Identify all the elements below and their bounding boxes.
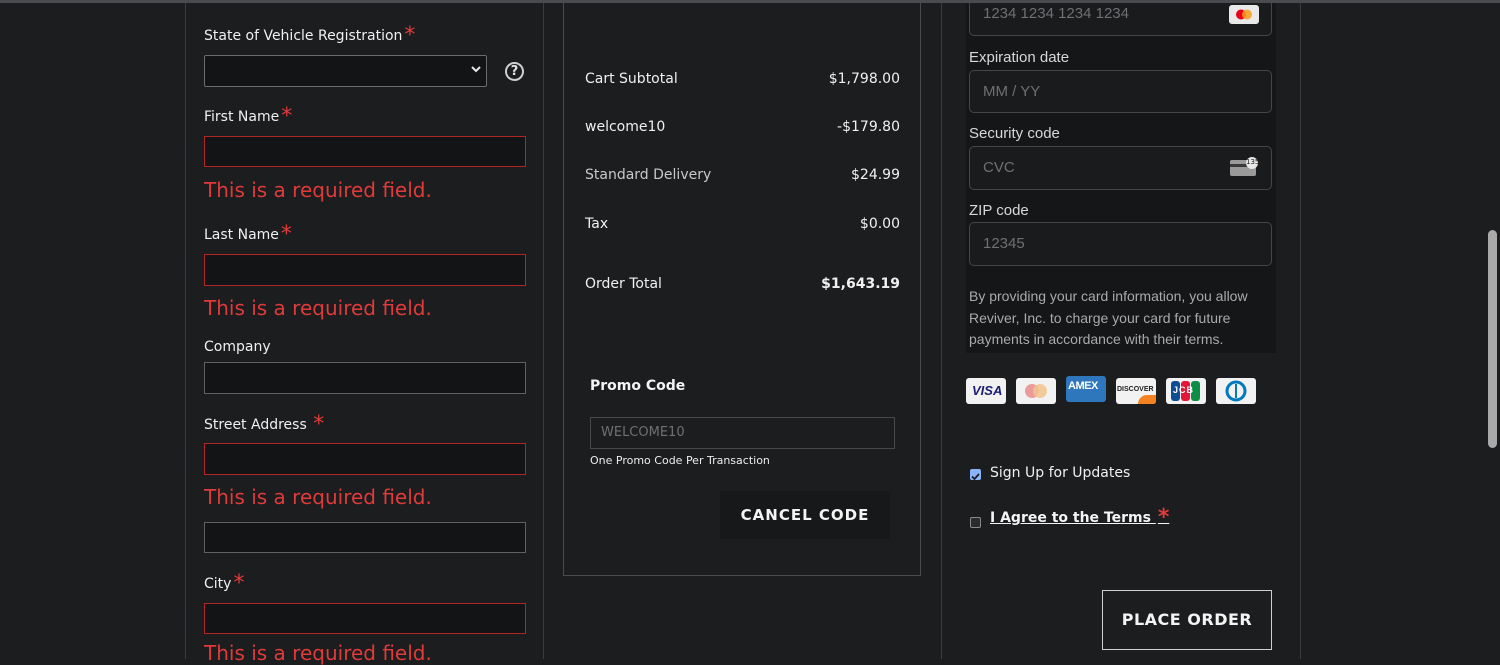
promo-code-note: One Promo Code Per Transaction <box>590 454 770 467</box>
required-asterisk: * <box>313 412 325 437</box>
summary-row-label: welcome10 <box>585 119 666 135</box>
expiration-label: Expiration date <box>969 49 1070 66</box>
diners-logo <box>1216 378 1256 404</box>
expiration-input[interactable]: MM / YY <box>969 70 1272 113</box>
cvc-card-icon: 135 <box>1230 157 1259 177</box>
summary-row-value: $1,798.00 <box>828 71 900 87</box>
signup-checkbox[interactable] <box>970 469 981 481</box>
required-asterisk: * <box>280 222 292 247</box>
zip-code-input[interactable]: 12345 <box>969 222 1272 266</box>
column-divider <box>941 3 942 659</box>
required-asterisk: * <box>404 23 416 48</box>
summary-row-value: $24.99 <box>851 167 900 183</box>
column-divider <box>543 3 544 659</box>
mastercard-icon <box>1229 5 1259 24</box>
state-select[interactable] <box>204 55 487 87</box>
cancel-code-button[interactable]: CANCEL CODE <box>720 491 890 539</box>
jcb-logo: JCB <box>1166 378 1206 404</box>
card-disclaimer: By providing your card information, you … <box>969 288 1248 347</box>
promo-code-input[interactable]: WELCOME10 <box>590 417 895 449</box>
required-asterisk: * <box>281 104 293 129</box>
summary-row-label: Standard Delivery <box>585 167 712 183</box>
street-address-error: This is a required field. <box>204 485 432 509</box>
scrollbar-thumb[interactable] <box>1488 230 1497 448</box>
chevron-down-icon <box>471 66 481 73</box>
required-asterisk: * <box>233 571 245 596</box>
company-label: Company <box>204 339 271 355</box>
summary-row-value: $0.00 <box>859 216 900 232</box>
security-code-input[interactable]: CVC <box>969 146 1272 190</box>
cvc-badge: 135 <box>1246 158 1260 166</box>
card-number-input[interactable]: 1234 1234 1234 1234 <box>969 3 1272 36</box>
mastercard-logo <box>1016 378 1056 404</box>
check-icon <box>971 473 980 481</box>
place-order-button[interactable]: PLACE ORDER <box>1102 590 1272 650</box>
discover-logo: DISCOVER <box>1116 378 1156 404</box>
first-name-field[interactable] <box>204 136 526 167</box>
security-code-label: Security code <box>969 125 1060 142</box>
zip-code-label: ZIP code <box>969 202 1029 219</box>
street-address-label: Street Address * <box>204 412 325 437</box>
summary-row-label: Tax <box>585 216 609 232</box>
agree-terms-checkbox[interactable] <box>970 517 981 528</box>
signup-label[interactable]: Sign Up for Updates <box>990 465 1130 481</box>
agree-terms-link[interactable]: I Agree to the Terms * <box>990 507 1169 529</box>
summary-row-label: Cart Subtotal <box>585 71 678 87</box>
last-name-label: Last Name* <box>204 222 292 247</box>
city-label: City* <box>204 571 245 596</box>
visa-logo: VISA <box>966 378 1006 404</box>
first-name-label: First Name* <box>204 104 293 129</box>
column-divider <box>1300 3 1301 659</box>
company-field[interactable] <box>204 362 526 394</box>
state-label: State of Vehicle Registration* <box>204 23 416 48</box>
summary-row-value: -$179.80 <box>837 119 900 135</box>
order-total-value: $1,643.19 <box>821 276 900 292</box>
promo-code-title: Promo Code <box>590 378 686 394</box>
first-name-error: This is a required field. <box>204 178 432 202</box>
city-error: This is a required field. <box>204 641 432 665</box>
last-name-field[interactable] <box>204 254 526 286</box>
amex-logo: AMEX <box>1066 376 1106 402</box>
help-icon[interactable]: ? <box>505 62 524 81</box>
last-name-error: This is a required field. <box>204 296 432 320</box>
street-address-line2-field[interactable] <box>204 522 526 553</box>
street-address-field[interactable] <box>204 443 526 475</box>
city-field[interactable] <box>204 603 526 634</box>
column-divider <box>185 3 186 659</box>
order-total-label: Order Total <box>585 276 662 292</box>
required-asterisk: * <box>1157 505 1170 530</box>
